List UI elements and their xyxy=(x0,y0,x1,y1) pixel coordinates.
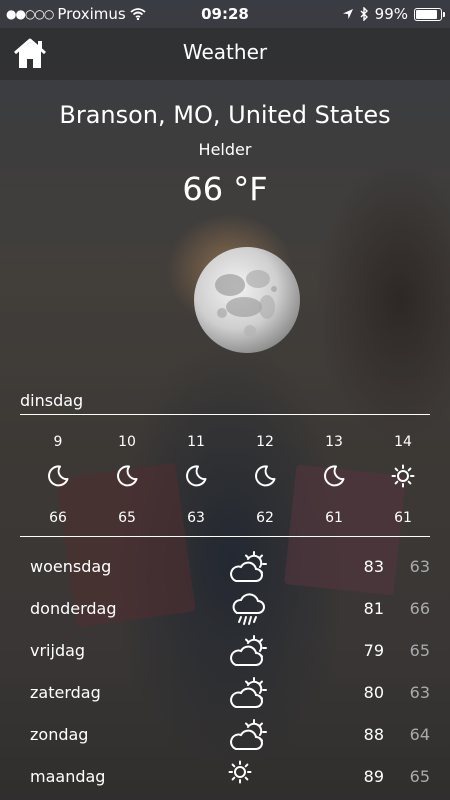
current-temperature: 66 °F xyxy=(182,170,268,208)
forecast-high: 81 xyxy=(363,599,384,618)
hour-label: 12 xyxy=(256,434,274,450)
forecast-low: 65 xyxy=(409,641,430,660)
forecast-day: woensdag xyxy=(30,557,112,576)
navigation-bar: Weather xyxy=(0,28,450,80)
forecast-low: 64 xyxy=(409,725,430,744)
bluetooth-icon xyxy=(360,7,368,21)
divider xyxy=(20,536,430,537)
status-bar: ●●○○○ Proximus 09:28 99% xyxy=(0,0,450,28)
sun-icon xyxy=(228,760,268,796)
hour-temperature: 61 xyxy=(394,510,412,526)
forecast-low: 65 xyxy=(409,767,430,786)
partly-sunny-cloud-icon xyxy=(228,550,268,586)
partly-sunny-cloud-icon xyxy=(228,634,268,670)
page-title: Weather xyxy=(182,40,268,64)
forecast-low: 66 xyxy=(409,599,430,618)
full-moon-icon xyxy=(194,247,300,353)
hour-temperature: 66 xyxy=(49,510,67,526)
hour-label: 9 xyxy=(53,434,63,450)
partly-sunny-cloud-icon xyxy=(228,718,268,754)
rain-cloud-icon xyxy=(228,592,268,628)
hour-temperature: 63 xyxy=(187,510,205,526)
location-name: Branson, MO, United States xyxy=(59,101,391,129)
partly-sunny-cloud-icon xyxy=(228,676,268,712)
hour-label: 10 xyxy=(118,434,136,450)
moon-icon xyxy=(46,464,70,488)
moon-icon xyxy=(184,464,208,488)
current-condition: Helder xyxy=(198,140,252,159)
hour-temperature: 62 xyxy=(256,510,274,526)
forecast-day: zondag xyxy=(30,725,89,744)
forecast-low: 63 xyxy=(409,683,430,702)
forecast-row-vrijdag: vrijdag 79 65 xyxy=(30,634,430,670)
moon-icon xyxy=(253,464,277,488)
forecast-high: 89 xyxy=(363,767,384,786)
moon-icon xyxy=(322,464,346,488)
forecast-day: donderdag xyxy=(30,599,117,618)
forecast-row-donderdag: donderdag 81 66 xyxy=(30,592,430,628)
hour-label: 14 xyxy=(394,434,412,450)
forecast-high: 88 xyxy=(363,725,384,744)
sun-icon xyxy=(391,464,415,488)
battery-percentage: 99% xyxy=(374,5,408,23)
forecast-high: 80 xyxy=(363,683,384,702)
forecast-day: zaterdag xyxy=(30,683,101,702)
forecast-row-maandag: maandag 89 65 xyxy=(30,760,430,796)
today-label: dinsdag xyxy=(20,391,84,410)
forecast-low: 63 xyxy=(409,557,430,576)
divider xyxy=(20,414,430,415)
battery-icon xyxy=(414,7,445,21)
forecast-day: maandag xyxy=(30,767,106,786)
forecast-day: vrijdag xyxy=(30,641,86,660)
forecast-high: 79 xyxy=(363,641,384,660)
hour-label: 13 xyxy=(325,434,343,450)
location-arrow-icon xyxy=(342,9,353,19)
forecast-row-zaterdag: zaterdag 80 63 xyxy=(30,676,430,712)
forecast-high: 83 xyxy=(363,557,384,576)
forecast-row-zondag: zondag 88 64 xyxy=(30,718,430,754)
hour-temperature: 65 xyxy=(118,510,136,526)
forecast-row-woensdag: woensdag 83 63 xyxy=(30,550,430,586)
hour-temperature: 61 xyxy=(325,510,343,526)
moon-icon xyxy=(115,464,139,488)
hour-label: 11 xyxy=(187,434,205,450)
